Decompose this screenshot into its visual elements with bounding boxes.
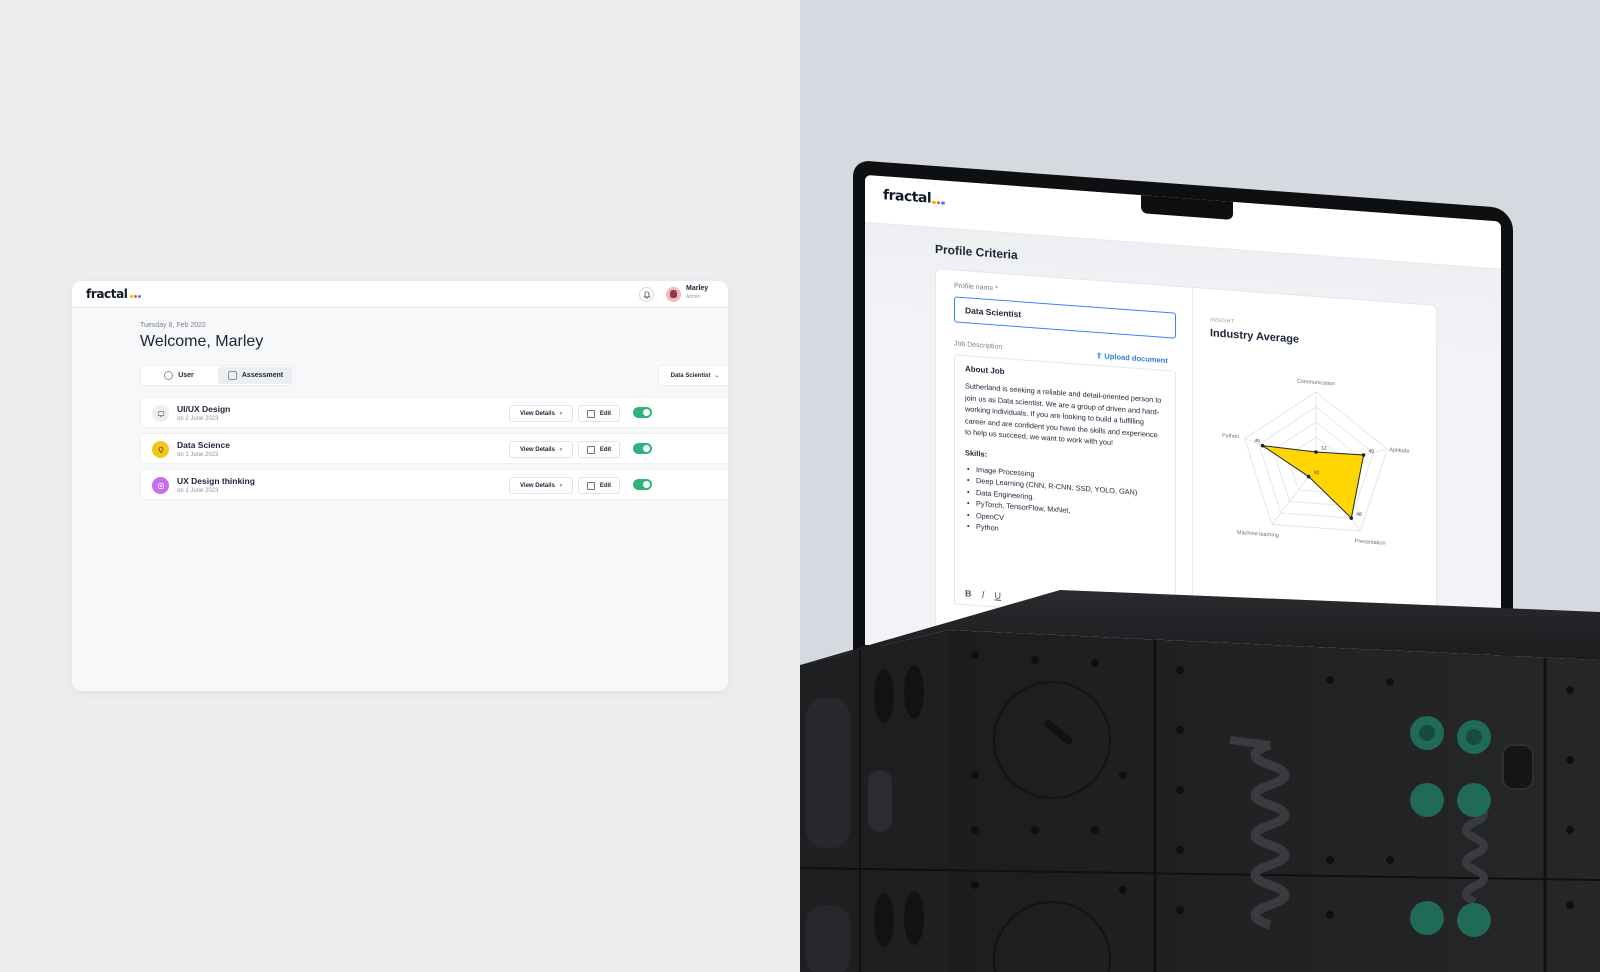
device-box-illustration (799, 590, 1600, 972)
